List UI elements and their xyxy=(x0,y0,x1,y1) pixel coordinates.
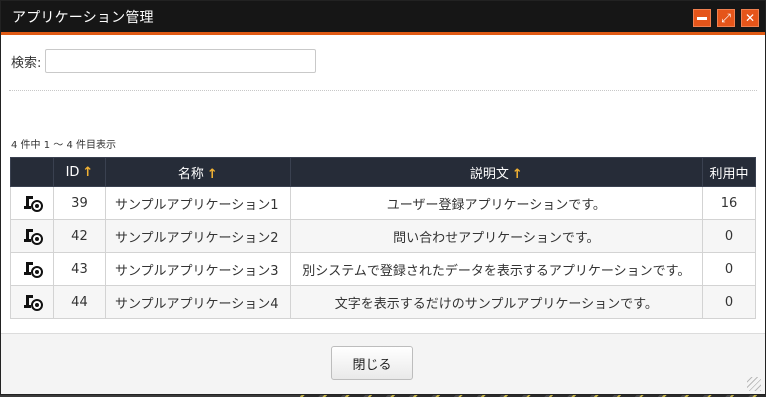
column-header-name-label: 名称 xyxy=(177,166,204,182)
table-row[interactable]: 42 サンプルアプリケーション2 問い合わせアプリケーションです。 0 xyxy=(10,219,756,253)
search-label: 検索: xyxy=(11,55,42,71)
table-row[interactable]: 44 サンプルアプリケーション4 文字を表示するだけのサンプルアプリケーションで… xyxy=(10,285,756,319)
search-row: 検索: xyxy=(11,49,317,73)
cell-id: 39 xyxy=(52,186,106,220)
column-header-name[interactable]: 名称 ↑ xyxy=(104,157,291,187)
column-header-usage[interactable]: 利用中 xyxy=(702,157,756,187)
divider xyxy=(9,90,757,91)
minimize-icon xyxy=(697,16,707,20)
maximize-icon: ⤢ xyxy=(721,11,731,25)
window-controls: ⤢ ✕ xyxy=(693,9,759,27)
cell-name: サンプルアプリケーション3 xyxy=(104,252,291,286)
column-header-description[interactable]: 説明文 ↑ xyxy=(289,157,704,187)
row-icon-cell[interactable] xyxy=(10,186,54,220)
app-settings-icon[interactable] xyxy=(23,228,43,245)
cell-description: 文字を表示するだけのサンプルアプリケーションです。 xyxy=(289,285,704,319)
dialog-footer: 閉じる xyxy=(1,333,765,394)
close-button[interactable]: 閉じる xyxy=(331,346,413,380)
table-row[interactable]: 43 サンプルアプリケーション3 別システムで登録されたデータを表示するアプリケ… xyxy=(10,252,756,286)
sort-arrow-icon: ↑ xyxy=(511,166,523,182)
column-header-id-label: ID xyxy=(65,164,80,180)
application-table: ID ↑ 名称 ↑ 説明文 ↑ 利用中 39 サンプルアプリケーション1 ユーザ… xyxy=(10,157,756,319)
column-header-id[interactable]: ID ↑ xyxy=(52,157,106,187)
cell-name: サンプルアプリケーション4 xyxy=(104,285,291,319)
column-header-description-label: 説明文 xyxy=(469,166,509,182)
resize-grip-icon[interactable] xyxy=(747,377,761,391)
app-settings-icon[interactable] xyxy=(23,261,43,278)
row-icon-cell[interactable] xyxy=(10,219,54,253)
cell-id: 42 xyxy=(52,219,106,253)
row-icon-cell[interactable] xyxy=(10,252,54,286)
close-icon: ✕ xyxy=(744,11,756,25)
result-count: 4 件中 1 ～ 4 件目表示 xyxy=(11,140,116,151)
table-row[interactable]: 39 サンプルアプリケーション1 ユーザー登録アプリケーションです。 16 xyxy=(10,186,756,220)
dialog-content: 検索: 4 件中 1 ～ 4 件目表示 ID ↑ 名称 ↑ 説明文 ↑ 利用中 … xyxy=(1,35,765,333)
maximize-button[interactable]: ⤢ xyxy=(717,9,735,27)
app-settings-icon[interactable] xyxy=(23,195,43,212)
cell-name: サンプルアプリケーション2 xyxy=(104,219,291,253)
cell-usage-link[interactable]: 16 xyxy=(702,186,756,220)
table-header-row: ID ↑ 名称 ↑ 説明文 ↑ 利用中 xyxy=(10,157,756,187)
cell-description: 問い合わせアプリケーションです。 xyxy=(289,219,704,253)
column-header-usage-label: 利用中 xyxy=(709,166,749,182)
dialog-titlebar[interactable]: アプリケーション管理 ⤢ ✕ xyxy=(1,1,765,35)
cell-usage: 0 xyxy=(702,219,756,253)
cell-description: ユーザー登録アプリケーションです。 xyxy=(289,186,704,220)
cell-id: 43 xyxy=(52,252,106,286)
cell-name: サンプルアプリケーション1 xyxy=(104,186,291,220)
cell-id: 44 xyxy=(52,285,106,319)
row-icon-cell[interactable] xyxy=(10,285,54,319)
search-input[interactable] xyxy=(45,49,317,73)
sort-arrow-icon: ↑ xyxy=(206,166,218,182)
dialog-title: アプリケーション管理 xyxy=(12,9,154,26)
close-window-button[interactable]: ✕ xyxy=(741,9,759,27)
cell-usage: 0 xyxy=(702,252,756,286)
cell-usage: 0 xyxy=(702,285,756,319)
cell-description: 別システムで登録されたデータを表示するアプリケーションです。 xyxy=(289,252,704,286)
application-management-dialog: アプリケーション管理 ⤢ ✕ 検索: 4 件中 1 ～ 4 件目表示 ID ↑ … xyxy=(0,0,766,395)
minimize-button[interactable] xyxy=(693,9,711,27)
app-settings-icon[interactable] xyxy=(23,294,43,311)
column-header-icon xyxy=(10,157,54,187)
sort-arrow-icon: ↑ xyxy=(82,164,94,180)
